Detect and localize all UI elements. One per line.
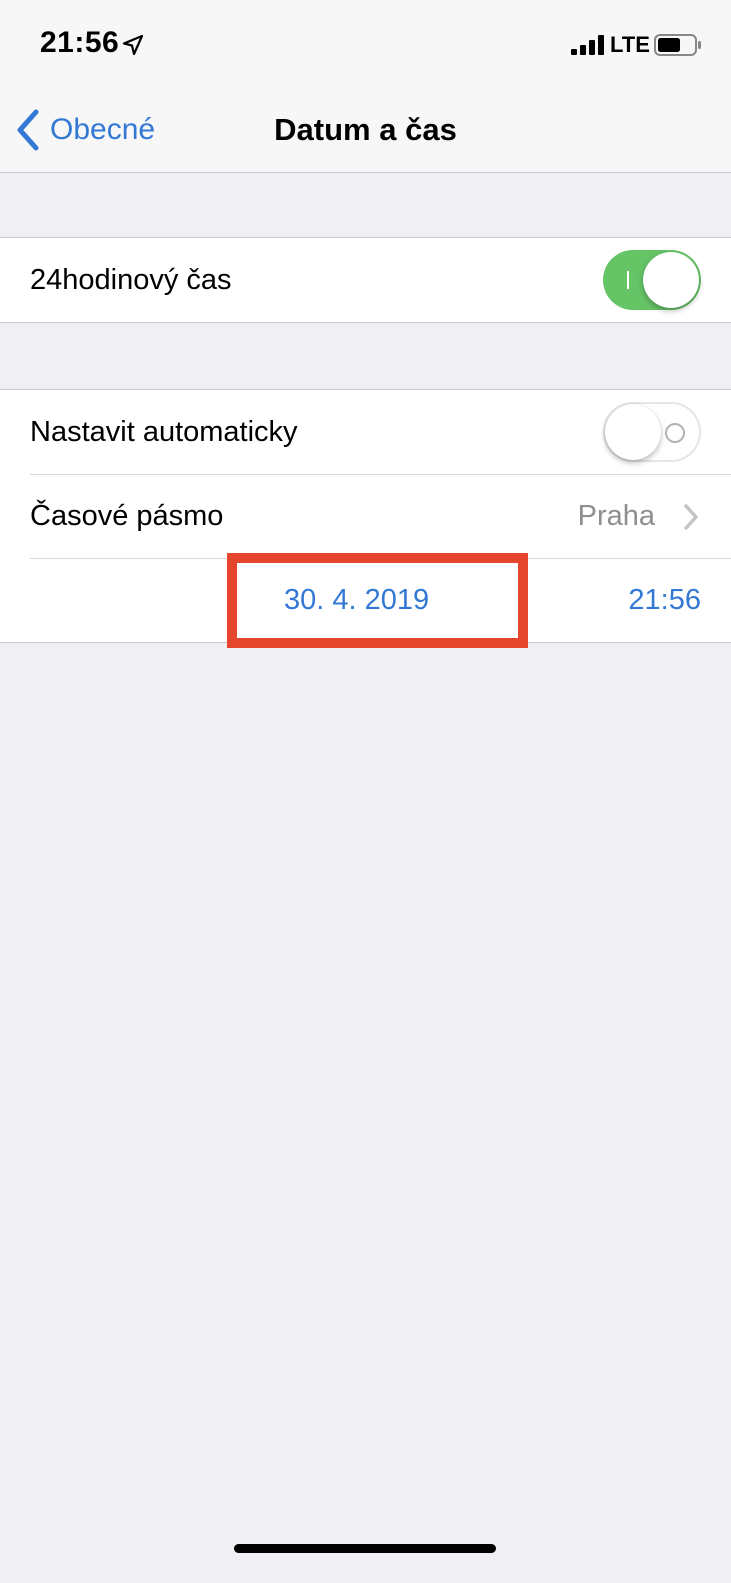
toggle-off-indicator bbox=[665, 423, 685, 443]
home-indicator[interactable] bbox=[234, 1544, 496, 1553]
location-arrow-icon bbox=[122, 34, 144, 56]
navigation-bar: Obecné Datum a čas bbox=[0, 86, 731, 173]
row-label-24-hour-time: 24hodinový čas bbox=[30, 264, 232, 296]
toggle-on-indicator bbox=[627, 271, 629, 289]
settings-group-time-format: 24hodinový čas bbox=[0, 237, 731, 323]
time-zone-value: Praha bbox=[577, 500, 655, 532]
toggle-set-automatically[interactable] bbox=[603, 402, 701, 462]
date-highlight-box bbox=[227, 553, 528, 648]
row-label-set-automatically: Nastavit automaticky bbox=[30, 416, 298, 448]
row-set-automatically: Nastavit automaticky bbox=[0, 390, 731, 474]
toggle-24-hour-time[interactable] bbox=[603, 250, 701, 310]
time-value[interactable]: 21:56 bbox=[628, 584, 701, 617]
toggle-knob bbox=[605, 404, 661, 460]
chevron-right-icon bbox=[684, 504, 698, 530]
cellular-signal-icon bbox=[571, 35, 604, 55]
status-bar: 21:56 LTE bbox=[0, 0, 731, 86]
row-time-zone[interactable]: Časové pásmo Praha bbox=[0, 474, 731, 558]
network-type-label: LTE bbox=[610, 32, 650, 57]
page-title: Datum a čas bbox=[274, 112, 457, 147]
status-time: 21:56 bbox=[40, 26, 120, 59]
battery-icon bbox=[654, 34, 701, 56]
toggle-knob bbox=[643, 252, 699, 308]
row-label-time-zone: Časové pásmo bbox=[30, 500, 224, 532]
row-24-hour-time: 24hodinový čas bbox=[0, 238, 731, 322]
